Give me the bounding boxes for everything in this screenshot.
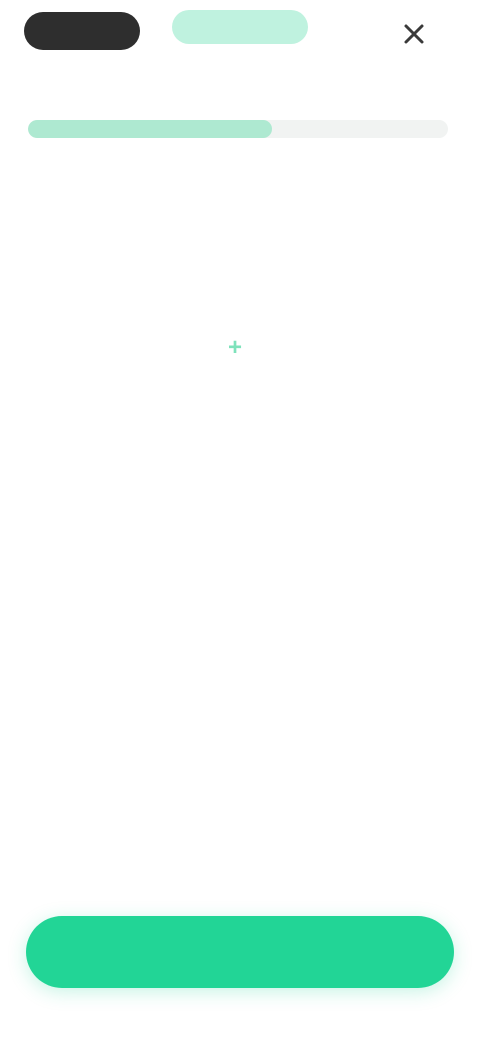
close-icon [404, 24, 424, 43]
amount-row [0, 250, 480, 310]
progress-fill [28, 120, 272, 138]
change-amount-link[interactable]: + [0, 334, 480, 362]
screen: + [0, 0, 480, 1040]
continue-button[interactable] [26, 916, 454, 988]
close-button[interactable] [384, 12, 444, 50]
top-bar [0, 0, 480, 70]
brand-pill[interactable] [24, 12, 140, 50]
plus-icon: + [227, 334, 242, 361]
progress-bar [28, 120, 448, 138]
step-pill [172, 10, 308, 44]
